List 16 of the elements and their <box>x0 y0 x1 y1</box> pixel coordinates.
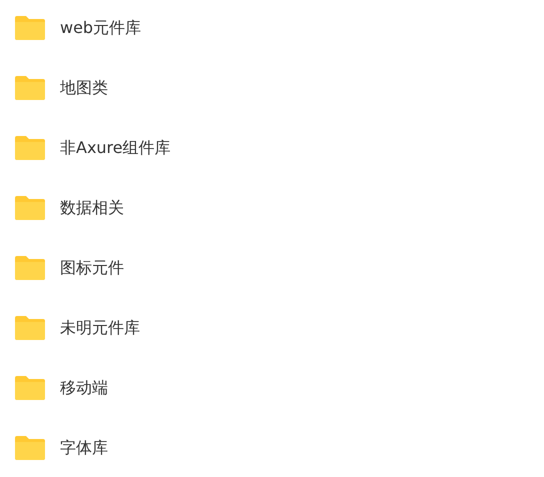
folder-icon[interactable] <box>15 256 45 280</box>
folder-name[interactable]: web元件库 <box>60 18 142 38</box>
folder-name[interactable]: 未明元件库 <box>60 318 140 338</box>
folder-name[interactable]: 非Axure组件库 <box>60 138 171 158</box>
folder-icon[interactable] <box>15 76 45 100</box>
folder-icon[interactable] <box>15 376 45 400</box>
folder-name[interactable]: 图标元件 <box>60 258 124 278</box>
folder-icon[interactable] <box>15 16 45 40</box>
folder-name[interactable]: 字体库 <box>60 438 108 458</box>
folder-name[interactable]: 地图类 <box>60 78 108 98</box>
folder-icon[interactable] <box>15 196 45 220</box>
folder-name[interactable]: 数据相关 <box>60 198 124 218</box>
folder-icon[interactable] <box>15 316 45 340</box>
folder-icon[interactable] <box>15 436 45 460</box>
folder-icon[interactable] <box>15 136 45 160</box>
folder-name[interactable]: 移动端 <box>60 378 108 398</box>
